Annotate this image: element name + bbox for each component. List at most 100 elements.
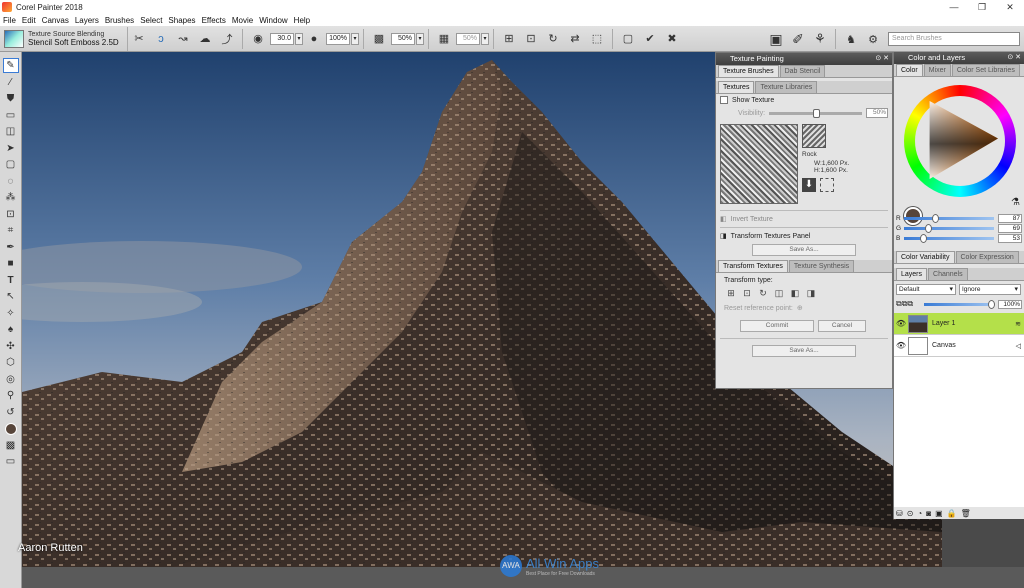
grain-field[interactable]: 50% (391, 32, 415, 45)
reset-brush-icon[interactable]: ✂ (131, 31, 147, 47)
green-slider-knob[interactable] (925, 223, 933, 233)
shape-tool-icon[interactable]: ■ (3, 256, 19, 271)
tab-mixer[interactable]: Mixer (923, 64, 951, 76)
tab-dab-stencil[interactable]: Dab Stencil (779, 65, 826, 77)
layer-mask-icon[interactable]: ◙ (926, 509, 931, 518)
commit-icon[interactable]: ✔ (642, 31, 658, 47)
menu-brushes[interactable]: Brushes (105, 16, 134, 25)
tab-textures[interactable]: Textures (718, 81, 755, 93)
menu-shapes[interactable]: Shapes (168, 16, 195, 25)
move-texture-icon[interactable]: ⊞ (724, 288, 738, 300)
lock-layer-icon[interactable]: 🔒 (947, 509, 957, 518)
layer-opacity-value[interactable]: 100% (998, 299, 1022, 309)
opacity-dropdown[interactable]: ▾ (351, 32, 359, 45)
tab-channels[interactable]: Channels (928, 268, 968, 280)
dropper-tool-icon[interactable]: ⁄ (3, 75, 19, 90)
layer-stack-icon[interactable]: ⛁ (896, 509, 903, 518)
link-layers-icon[interactable]: ⊙ (907, 509, 914, 518)
brush-tool-icon[interactable]: ✎ (2, 58, 19, 73)
lasso-icon[interactable]: ◌ (3, 174, 19, 189)
brush-options-icon[interactable]: ⚘ (812, 31, 828, 47)
transform-panel-icon[interactable]: ◨ (720, 232, 727, 240)
eraser-tool-icon[interactable]: ▭ (3, 108, 19, 123)
settings-gear-icon[interactable]: ⚙ (865, 31, 881, 47)
stroke-type-2-icon[interactable]: ↝ (175, 31, 191, 47)
minimize-button[interactable]: — (940, 0, 968, 14)
transform-icon[interactable]: ⊞ (501, 31, 517, 47)
show-texture-checkbox[interactable] (720, 96, 728, 104)
flip-v-texture-icon[interactable]: ◨ (804, 288, 818, 300)
commit-button[interactable]: Commit (740, 320, 814, 332)
paint-bucket-icon[interactable]: ⛊ (3, 91, 19, 106)
red-slider-knob[interactable] (931, 213, 939, 223)
blue-slider-knob[interactable] (919, 233, 927, 243)
pen-tool-icon[interactable]: ✒ (3, 240, 19, 255)
transform-tool-icon[interactable]: ⊡ (3, 207, 19, 222)
blend-field[interactable]: 50% (456, 32, 480, 45)
text-tool-icon[interactable]: T (3, 273, 19, 288)
tab-color-expression[interactable]: Color Expression (955, 251, 1019, 263)
tab-color-variability[interactable]: Color Variability (896, 251, 955, 263)
blend-dropdown[interactable]: ▾ (481, 32, 489, 45)
rect-select-icon[interactable]: ▢ (3, 157, 19, 172)
main-color-swatch-icon[interactable] (3, 421, 19, 436)
tab-color[interactable]: Color (896, 64, 923, 76)
visibility-eye-icon[interactable]: 👁 (894, 319, 908, 328)
dodge-burn-icon[interactable]: ✣ (3, 339, 19, 354)
import-texture-icon[interactable]: ⬇ (802, 178, 816, 192)
opacity-field[interactable]: 100% (326, 32, 350, 45)
texture-painting-header[interactable]: Texture Painting ⊙ ✕ (716, 53, 892, 65)
texture-panel-icon[interactable]: ▣ (768, 31, 784, 47)
menu-movie[interactable]: Movie (232, 16, 253, 25)
rotate-texture-icon[interactable]: ↻ (756, 288, 770, 300)
texture-thumbnail[interactable] (802, 124, 826, 148)
red-value[interactable]: 87 (998, 213, 1022, 223)
tab-texture-brushes[interactable]: Texture Brushes (718, 65, 779, 77)
brush-search-input[interactable]: Search Brushes (888, 32, 1020, 46)
cloner-tool-icon[interactable]: ✧ (3, 306, 19, 321)
layer-row[interactable]: 👁 Layer 1 ≋ (894, 313, 1024, 335)
composite-method-select[interactable]: Default (896, 284, 956, 295)
airbrush-icon[interactable]: ☁ (197, 31, 213, 47)
brush-selector[interactable]: Texture Source Blending Stencil Soft Emb… (0, 26, 128, 51)
tab-transform-textures[interactable]: Transform Textures (718, 260, 788, 272)
visibility-eye-icon[interactable]: 👁 (894, 341, 908, 350)
tab-color-set-libraries[interactable]: Color Set Libraries (951, 64, 1020, 76)
tab-texture-libraries[interactable]: Texture Libraries (755, 81, 818, 93)
skew-texture-icon[interactable]: ◫ (772, 288, 786, 300)
invert-texture-icon[interactable]: ◧ (720, 215, 727, 223)
new-layer-icon[interactable]: ▣ (935, 509, 943, 518)
menu-layers[interactable]: Layers (75, 16, 99, 25)
visibility-slider[interactable] (769, 108, 862, 118)
save-as-button[interactable]: Save As... (752, 244, 856, 256)
menu-file[interactable]: File (3, 16, 16, 25)
blender-tool-icon[interactable]: ◫ (3, 124, 19, 139)
flip-h-texture-icon[interactable]: ◧ (788, 288, 802, 300)
cancel-button[interactable]: Cancel (818, 320, 866, 332)
layer-opacity-icons[interactable]: ⧉⧉⧉ (896, 299, 924, 309)
shape-select-icon[interactable]: ↖ (3, 289, 19, 304)
paper-selector-icon[interactable]: ▩ (3, 438, 19, 453)
layer-row[interactable]: 👁 Canvas ◁ (894, 335, 1024, 357)
blue-slider[interactable] (904, 233, 994, 243)
mirror-icon[interactable]: ⬡ (3, 355, 19, 370)
size-dropdown[interactable]: ▾ (295, 32, 303, 45)
delete-layer-icon[interactable]: 🗑 (961, 509, 971, 518)
scale-texture-icon[interactable]: ⊡ (740, 288, 754, 300)
grain-dropdown[interactable]: ▾ (416, 32, 424, 45)
save-as-button-2[interactable]: Save As... (752, 345, 856, 357)
magnifier-icon[interactable]: ⚲ (3, 388, 19, 403)
menu-window[interactable]: Window (259, 16, 287, 25)
menu-select[interactable]: Select (140, 16, 162, 25)
visibility-value[interactable]: 50% (866, 108, 888, 118)
media-selector-icon[interactable]: ▭ (3, 454, 19, 469)
rotate-page-icon[interactable]: ↺ (3, 405, 19, 420)
cancel-icon[interactable]: ✖ (664, 31, 680, 47)
reset-reference-icon[interactable]: ⊕ (797, 304, 803, 312)
menu-edit[interactable]: Edit (22, 16, 36, 25)
panel-close-icon[interactable]: ⊙ ✕ (875, 53, 889, 65)
blue-value[interactable]: 53 (998, 233, 1022, 243)
panel-menu-icon[interactable]: ⊙ ✕ (1007, 52, 1021, 64)
stylus-icon[interactable]: ⤴ (219, 31, 235, 47)
green-value[interactable]: 69 (998, 223, 1022, 233)
